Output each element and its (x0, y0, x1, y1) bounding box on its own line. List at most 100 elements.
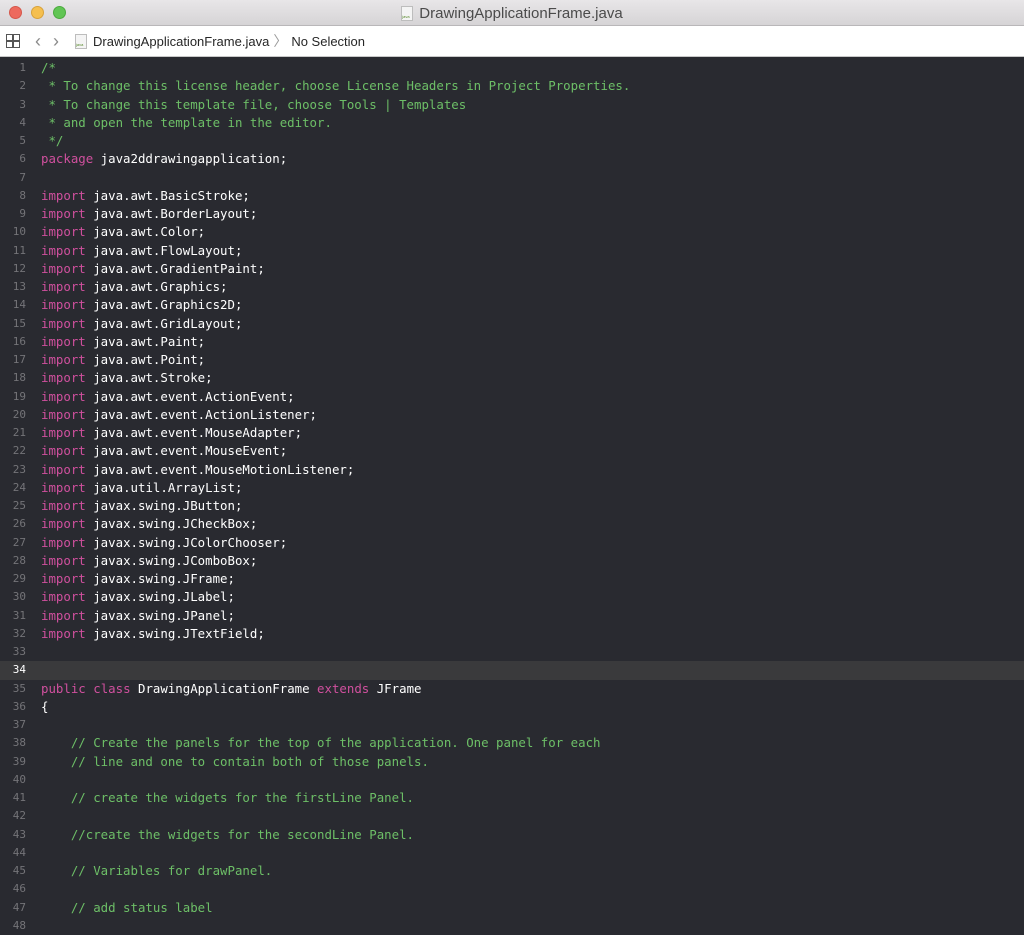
line-number[interactable]: 34 (0, 661, 26, 679)
code-text[interactable]: //create the widgets for the secondLine … (41, 826, 414, 844)
line-number[interactable]: 15 (0, 315, 26, 333)
code-line[interactable]: 24 import java.util.ArrayList; (0, 479, 1024, 497)
code-line[interactable]: 17 import java.awt.Point; (0, 351, 1024, 369)
line-number[interactable]: 2 (0, 77, 26, 95)
code-text[interactable]: // Variables for drawPanel. (41, 862, 272, 880)
code-line[interactable]: 23 import java.awt.event.MouseMotionListe… (0, 461, 1024, 479)
line-number[interactable]: 32 (0, 625, 26, 643)
code-text[interactable]: import java.awt.event.ActionListener; (41, 406, 317, 424)
code-line[interactable]: 48 (0, 917, 1024, 935)
line-number[interactable]: 43 (0, 826, 26, 844)
code-line[interactable]: 40 (0, 771, 1024, 789)
line-number[interactable]: 10 (0, 223, 26, 241)
code-line[interactable]: 4 * and open the template in the editor. (0, 114, 1024, 132)
line-number[interactable]: 7 (0, 169, 26, 187)
code-line[interactable]: 46 (0, 880, 1024, 898)
code-text[interactable]: import java.awt.Point; (41, 351, 205, 369)
line-number[interactable]: 8 (0, 187, 26, 205)
code-line[interactable]: 5 */ (0, 132, 1024, 150)
code-text[interactable]: import javax.swing.JColorChooser; (41, 534, 287, 552)
line-number[interactable]: 14 (0, 296, 26, 314)
line-number[interactable]: 37 (0, 716, 26, 734)
code-text[interactable]: import java.awt.Paint; (41, 333, 205, 351)
line-number[interactable]: 6 (0, 150, 26, 168)
code-line[interactable]: 10 import java.awt.Color; (0, 223, 1024, 241)
line-number[interactable]: 11 (0, 242, 26, 260)
code-text[interactable]: // create the widgets for the firstLine … (41, 789, 414, 807)
code-line[interactable]: 44 (0, 844, 1024, 862)
code-text[interactable]: */ (41, 132, 63, 150)
line-number[interactable]: 45 (0, 862, 26, 880)
code-line[interactable]: 12 import java.awt.GradientPaint; (0, 260, 1024, 278)
code-text[interactable]: import javax.swing.JComboBox; (41, 552, 257, 570)
code-line[interactable]: 28 import javax.swing.JComboBox; (0, 552, 1024, 570)
line-number[interactable]: 47 (0, 899, 26, 917)
code-text[interactable]: import java.awt.BorderLayout; (41, 205, 257, 223)
line-number[interactable]: 44 (0, 844, 26, 862)
line-number[interactable]: 4 (0, 114, 26, 132)
code-line[interactable]: 2 * To change this license header, choos… (0, 77, 1024, 95)
code-line[interactable]: 31 import javax.swing.JPanel; (0, 607, 1024, 625)
code-line[interactable]: 43 //create the widgets for the secondLi… (0, 826, 1024, 844)
code-line[interactable]: 6 package java2ddrawingapplication; (0, 150, 1024, 168)
line-number[interactable]: 16 (0, 333, 26, 351)
code-line[interactable]: 15 import java.awt.GridLayout; (0, 315, 1024, 333)
code-line[interactable]: 9 import java.awt.BorderLayout; (0, 205, 1024, 223)
line-number[interactable]: 41 (0, 789, 26, 807)
line-number[interactable]: 26 (0, 515, 26, 533)
code-line[interactable]: 11 import java.awt.FlowLayout; (0, 242, 1024, 260)
line-number[interactable]: 24 (0, 479, 26, 497)
code-line[interactable]: 42 (0, 807, 1024, 825)
code-text[interactable]: import javax.swing.JTextField; (41, 625, 265, 643)
line-number[interactable]: 13 (0, 278, 26, 296)
line-number[interactable]: 12 (0, 260, 26, 278)
line-number[interactable]: 28 (0, 552, 26, 570)
code-text[interactable]: import java.awt.Color; (41, 223, 205, 241)
line-number[interactable]: 1 (0, 59, 26, 77)
code-line[interactable]: 30 import javax.swing.JLabel; (0, 588, 1024, 606)
code-line[interactable]: 33 (0, 643, 1024, 661)
code-text[interactable]: * To change this template file, choose T… (41, 96, 466, 114)
code-text[interactable]: * To change this license header, choose … (41, 77, 630, 95)
code-text[interactable]: import java.awt.event.MouseAdapter; (41, 424, 302, 442)
line-number[interactable]: 19 (0, 388, 26, 406)
line-number[interactable]: 42 (0, 807, 26, 825)
code-line[interactable]: 32 import javax.swing.JTextField; (0, 625, 1024, 643)
line-number[interactable]: 40 (0, 771, 26, 789)
line-number[interactable]: 17 (0, 351, 26, 369)
code-line[interactable]: 22 import java.awt.event.MouseEvent; (0, 442, 1024, 460)
code-text[interactable]: package java2ddrawingapplication; (41, 150, 287, 168)
code-line[interactable]: 7 (0, 169, 1024, 187)
code-line[interactable]: 19 import java.awt.event.ActionEvent; (0, 388, 1024, 406)
line-number[interactable]: 27 (0, 534, 26, 552)
code-text[interactable]: import java.awt.GradientPaint; (41, 260, 265, 278)
code-editor[interactable]: 1 /* 2 * To change this license header, ch… (0, 57, 1024, 935)
line-number[interactable]: 5 (0, 132, 26, 150)
line-number[interactable]: 23 (0, 461, 26, 479)
line-number[interactable]: 36 (0, 698, 26, 716)
code-line[interactable]: 18 import java.awt.Stroke; (0, 369, 1024, 387)
code-text[interactable]: import java.awt.BasicStroke; (41, 187, 250, 205)
code-text[interactable]: import java.awt.FlowLayout; (41, 242, 242, 260)
code-line[interactable]: 47 // add status label (0, 899, 1024, 917)
line-number[interactable]: 9 (0, 205, 26, 223)
code-line[interactable]: 20 import java.awt.event.ActionListener; (0, 406, 1024, 424)
line-number[interactable]: 20 (0, 406, 26, 424)
line-number[interactable]: 39 (0, 753, 26, 771)
code-line[interactable]: 8 import java.awt.BasicStroke; (0, 187, 1024, 205)
line-number[interactable]: 30 (0, 588, 26, 606)
line-number[interactable]: 21 (0, 424, 26, 442)
code-line[interactable]: 29 import javax.swing.JFrame; (0, 570, 1024, 588)
code-line[interactable]: 36 { (0, 698, 1024, 716)
code-text[interactable]: // Create the panels for the top of the … (41, 734, 601, 752)
code-text[interactable]: import java.awt.event.MouseMotionListene… (41, 461, 354, 479)
line-number[interactable]: 29 (0, 570, 26, 588)
code-text[interactable]: import java.awt.GridLayout; (41, 315, 242, 333)
code-line[interactable]: 38 // Create the panels for the top of t… (0, 734, 1024, 752)
code-text[interactable]: import java.util.ArrayList; (41, 479, 242, 497)
code-text[interactable]: import java.awt.Graphics; (41, 278, 228, 296)
code-line[interactable]: 13 import java.awt.Graphics; (0, 278, 1024, 296)
code-text[interactable]: import javax.swing.JFrame; (41, 570, 235, 588)
line-number[interactable]: 18 (0, 369, 26, 387)
forward-button[interactable]: › (53, 32, 59, 50)
